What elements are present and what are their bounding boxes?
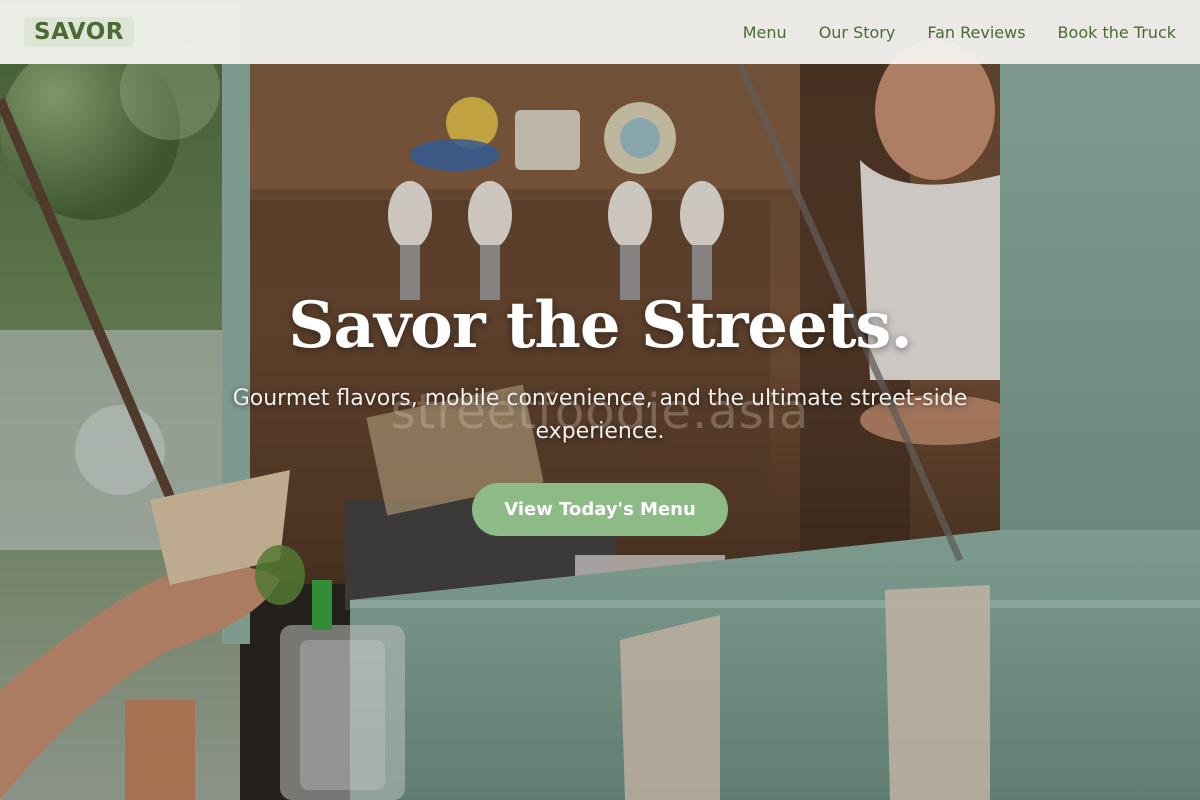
nav-link-fan-reviews[interactable]: Fan Reviews xyxy=(927,23,1025,42)
hero-title: Savor the Streets. xyxy=(288,288,912,363)
nav-link-book-the-truck[interactable]: Book the Truck xyxy=(1058,23,1176,42)
hero-section: Savor the Streets. Gourmet flavors, mobi… xyxy=(0,282,1200,536)
nav-link-menu[interactable]: Menu xyxy=(743,23,787,42)
nav-link-our-story[interactable]: Our Story xyxy=(819,23,896,42)
view-menu-button[interactable]: View Today's Menu xyxy=(472,483,728,536)
brand-logo[interactable]: SAVOR xyxy=(24,17,134,47)
top-navbar: SAVOR Menu Our Story Fan Reviews Book th… xyxy=(0,0,1200,64)
nav-links: Menu Our Story Fan Reviews Book the Truc… xyxy=(743,23,1176,42)
hero-subtitle: Gourmet flavors, mobile convenience, and… xyxy=(232,386,968,444)
